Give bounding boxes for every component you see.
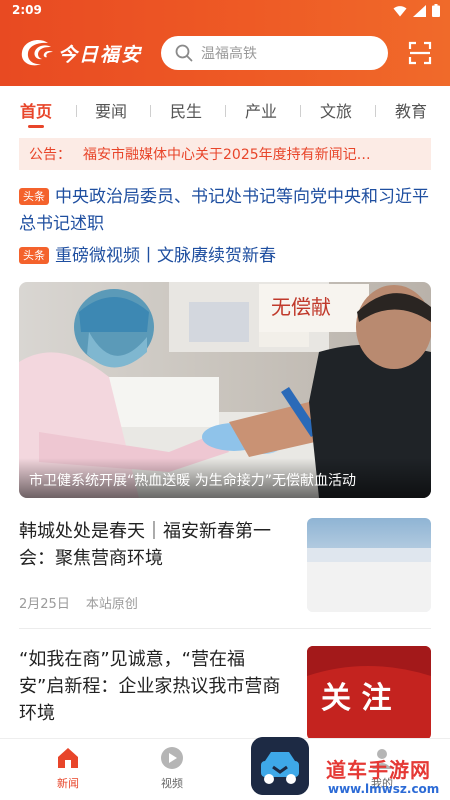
tab-separator — [300, 105, 301, 117]
watermark-title: 道车手游网 — [326, 758, 431, 782]
tab-separator — [225, 105, 226, 117]
news-list-item[interactable]: 韩城处处是春天｜福安新春第一会：聚焦营商环境 2月25日 本站原创 — [19, 518, 431, 618]
headline-item[interactable]: 头条 中央政治局委员、书记处书记等向党中央和习近平总书记述职 — [19, 184, 431, 238]
news-date: 2月25日 — [19, 597, 70, 612]
car-game-icon[interactable] — [251, 737, 309, 795]
hero-sign-text: 无偿献 — [271, 295, 331, 319]
news-title: “如我在商”见诚意，“营在福安”启新程：企业家热议我市营商环境 — [19, 649, 281, 724]
category-tabs: 首页 要闻 民生 产业 文旅 教育 — [0, 92, 450, 130]
play-icon — [161, 747, 183, 769]
wifi-icon — [393, 5, 407, 16]
announcement-bar[interactable]: 公告： 福安市融媒体中心关于2025年度持有新闻记… — [19, 138, 431, 170]
app-logo: 今日福安 — [18, 36, 142, 70]
tab-livelihood[interactable]: 民生 — [170, 98, 202, 122]
signal-icon — [413, 4, 426, 17]
status-bar: 2:09 — [0, 0, 450, 22]
watermark-url: www.lmwsz.com — [328, 782, 440, 796]
headline-badge: 头条 — [19, 247, 49, 264]
tab-home[interactable]: 首页 — [20, 98, 52, 122]
tab-news[interactable]: 要闻 — [95, 98, 127, 122]
logo-mark-icon — [21, 40, 53, 66]
list-divider — [19, 628, 431, 629]
headline-text: 中央政治局委员、书记处书记等向党中央和习近平总书记述职 — [19, 187, 429, 234]
headline-text: 重磅微视频丨文脉赓续贺新春 — [55, 246, 276, 266]
hero-caption: 市卫健系统开展“热血送暖 为生命接力”无偿献血活动 — [19, 458, 431, 498]
tab-active-indicator — [28, 125, 44, 128]
nav-video[interactable]: 视频 — [142, 745, 202, 791]
status-icons — [393, 4, 440, 17]
news-thumbnail-image — [307, 518, 431, 612]
nav-label: 视频 — [161, 777, 183, 790]
hero-banner[interactable]: 无偿献 市卫健系统开展“热血送暖 为生命接力”无偿献血活动 — [19, 282, 431, 498]
news-meta: 2月25日 本站原创 — [19, 593, 138, 612]
search-input[interactable]: 温福高铁 — [161, 36, 388, 70]
announcement-label: 公告： — [29, 147, 71, 163]
tab-separator — [150, 105, 151, 117]
home-icon — [58, 748, 78, 768]
news-thumbnail: 关 注 — [307, 646, 431, 740]
logo-text: 今日福安 — [58, 43, 143, 66]
tab-industry[interactable]: 产业 — [245, 98, 277, 122]
news-title: 韩城处处是春天｜福安新春第一会：聚焦营商环境 — [19, 521, 271, 569]
thumbnail-text: 关 注 — [321, 681, 391, 716]
battery-icon — [432, 4, 440, 17]
app-header: 2:09 今日福安 温福高铁 — [0, 0, 450, 86]
tab-separator — [375, 105, 376, 117]
headline-item[interactable]: 头条 重磅微视频丨文脉赓续贺新春 — [19, 243, 431, 270]
scan-icon[interactable] — [408, 41, 432, 65]
site-watermark: 道车手游网 www.lmwsz.com — [326, 754, 448, 800]
nav-news[interactable]: 新闻 — [38, 745, 98, 791]
news-thumbnail-image: 关 注 — [307, 646, 431, 740]
news-list-item[interactable]: “如我在商”见诚意，“营在福安”启新程：企业家热议我市营商环境 关 注 — [19, 646, 431, 740]
tab-separator — [76, 105, 77, 117]
news-thumbnail — [307, 518, 431, 612]
tab-culture-travel[interactable]: 文旅 — [320, 98, 352, 122]
search-placeholder: 温福高铁 — [201, 46, 257, 62]
status-time: 2:09 — [12, 3, 42, 17]
announcement-text: 福安市融媒体中心关于2025年度持有新闻记… — [83, 147, 371, 163]
search-icon — [175, 44, 193, 62]
nav-label: 新闻 — [57, 777, 79, 790]
news-source: 本站原创 — [85, 597, 138, 612]
tab-education[interactable]: 教育 — [395, 98, 427, 122]
headline-badge: 头条 — [19, 188, 49, 205]
